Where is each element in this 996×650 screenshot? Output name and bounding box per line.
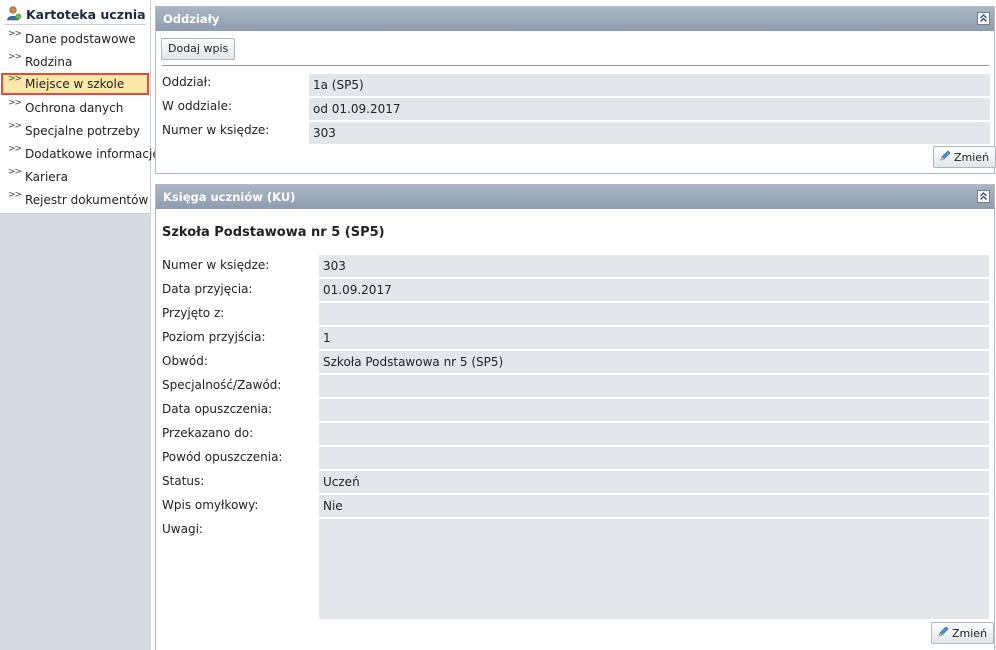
oddzialy-panel-header: Oddziały (156, 7, 994, 31)
school-name-heading: Szkoła Podstawowa nr 5 (SP5) (162, 225, 385, 240)
field-label-uwagi: Uwagi: (162, 522, 203, 536)
edit-button[interactable]: Zmień (931, 622, 995, 644)
sidebar-item-miejsce-w-szkole[interactable]: >> Miejsce w szkole (1, 73, 149, 95)
divider (162, 65, 989, 66)
field-label-data-przyjecia: Data przyjęcia: (162, 282, 253, 296)
double-chevron-right-icon: >> (8, 144, 22, 154)
double-chevron-right-icon: >> (8, 98, 22, 108)
field-label-powod-opuszczenia: Powód opuszczenia: (162, 450, 283, 464)
sidebar-item-dodatkowe-informacje[interactable]: >> Dodatkowe informacje (1, 143, 160, 165)
double-chevron-right-icon: >> (8, 190, 22, 200)
field-value-data-przyjecia: 01.09.2017 (319, 279, 989, 301)
field-value-uwagi (319, 519, 989, 619)
sidebar-item-label: Rodzina (25, 55, 73, 69)
double-chevron-right-icon: >> (8, 29, 22, 39)
field-label-poziom-przyjscia: Poziom przyjścia: (162, 330, 266, 344)
field-value-powod-opuszczenia (319, 447, 989, 469)
field-label-data-opuszczenia: Data opuszczenia: (162, 402, 273, 416)
sidebar-item-label: Kariera (25, 170, 68, 184)
field-label-numer-w-ksiedze: Numer w księdze: (162, 258, 270, 272)
sidebar-item-label: Rejestr dokumentów (25, 193, 149, 207)
field-value-w-oddziale: od 01.09.2017 (309, 98, 990, 120)
pencil-icon (938, 623, 949, 643)
field-value-przyjeto-z (319, 303, 989, 325)
ksiega-panel-header: Księga uczniów (KU) (156, 185, 994, 209)
sidebar-item-ochrona-danych[interactable]: >> Ochrona danych (1, 97, 149, 119)
double-chevron-right-icon: >> (8, 74, 22, 84)
field-value-wpis-omylkowy: Nie (319, 495, 989, 517)
sidebar-menu: Kartoteka ucznia >> Dane podstawowe >> R… (0, 0, 160, 214)
field-label-wpis-omylkowy: Wpis omyłkowy: (162, 498, 259, 512)
field-label-w-oddziale: W oddziale: (162, 99, 233, 113)
sidebar-item-rejestr-dokumentow[interactable]: >> Rejestr dokumentów (1, 189, 149, 211)
field-value-przekazano-do (319, 423, 989, 445)
ksiega-panel: Księga uczniów (KU) Szkoła Podstawowa nr… (155, 184, 995, 650)
ksiega-panel-title: Księga uczniów (KU) (163, 190, 296, 204)
field-value-obwod: Szkoła Podstawowa nr 5 (SP5) (319, 351, 989, 373)
sidebar-header: Kartoteka ucznia (4, 4, 146, 25)
double-chevron-up-icon[interactable] (977, 190, 990, 203)
field-value-specjalnosc-zawod (319, 375, 989, 397)
double-chevron-right-icon: >> (8, 121, 22, 131)
sidebar-item-kariera[interactable]: >> Kariera (1, 166, 149, 188)
user-icon (6, 5, 22, 21)
field-value-poziom-przyjscia: 1 (319, 327, 989, 349)
sidebar-item-dane-podstawowe[interactable]: >> Dane podstawowe (1, 28, 149, 50)
pencil-icon (940, 147, 951, 167)
double-chevron-up-icon[interactable] (977, 12, 990, 25)
oddzialy-panel-title: Oddziały (163, 12, 220, 26)
sidebar-item-specjalne-potrzeby[interactable]: >> Specjalne potrzeby (1, 120, 149, 142)
sidebar-item-label: Dane podstawowe (25, 32, 136, 46)
field-label-numer-w-ksiedze: Numer w księdze: (162, 123, 270, 137)
edit-button[interactable]: Zmień (933, 146, 996, 168)
field-value-numer-w-ksiedze: 303 (319, 255, 989, 277)
field-label-specjalnosc-zawod: Specjalność/Zawód: (162, 378, 282, 392)
edit-button-label: Zmień (952, 627, 988, 640)
sidebar-title: Kartoteka ucznia (26, 7, 146, 22)
field-label-status: Status: (162, 474, 205, 488)
sidebar-item-label: Dodatkowe informacje (25, 147, 160, 161)
field-label-przyjeto-z: Przyjęto z: (162, 306, 225, 320)
sidebar-item-rodzina[interactable]: >> Rodzina (1, 51, 149, 73)
sidebar-item-label: Specjalne potrzeby (25, 124, 141, 138)
field-label-obwod: Obwód: (162, 354, 208, 368)
double-chevron-right-icon: >> (8, 167, 22, 177)
field-value-status: Uczeń (319, 471, 989, 493)
field-value-oddzial: 1a (SP5) (309, 74, 990, 96)
sidebar: Kartoteka ucznia >> Dane podstawowe >> R… (0, 0, 160, 650)
oddzialy-panel: Oddziały Dodaj wpis Oddział: 1a (SP5) W … (155, 6, 996, 174)
field-label-oddzial: Oddział: (162, 75, 212, 89)
sidebar-item-label: Ochrona danych (25, 101, 124, 115)
sidebar-item-label: Miejsce w szkole (25, 77, 125, 91)
field-value-numer-w-ksiedze: 303 (309, 122, 990, 144)
add-entry-button[interactable]: Dodaj wpis (161, 38, 236, 60)
field-label-przekazano-do: Przekazano do: (162, 426, 254, 440)
field-value-data-opuszczenia (319, 399, 989, 421)
double-chevron-right-icon: >> (8, 52, 22, 62)
edit-button-label: Zmień (954, 151, 990, 164)
